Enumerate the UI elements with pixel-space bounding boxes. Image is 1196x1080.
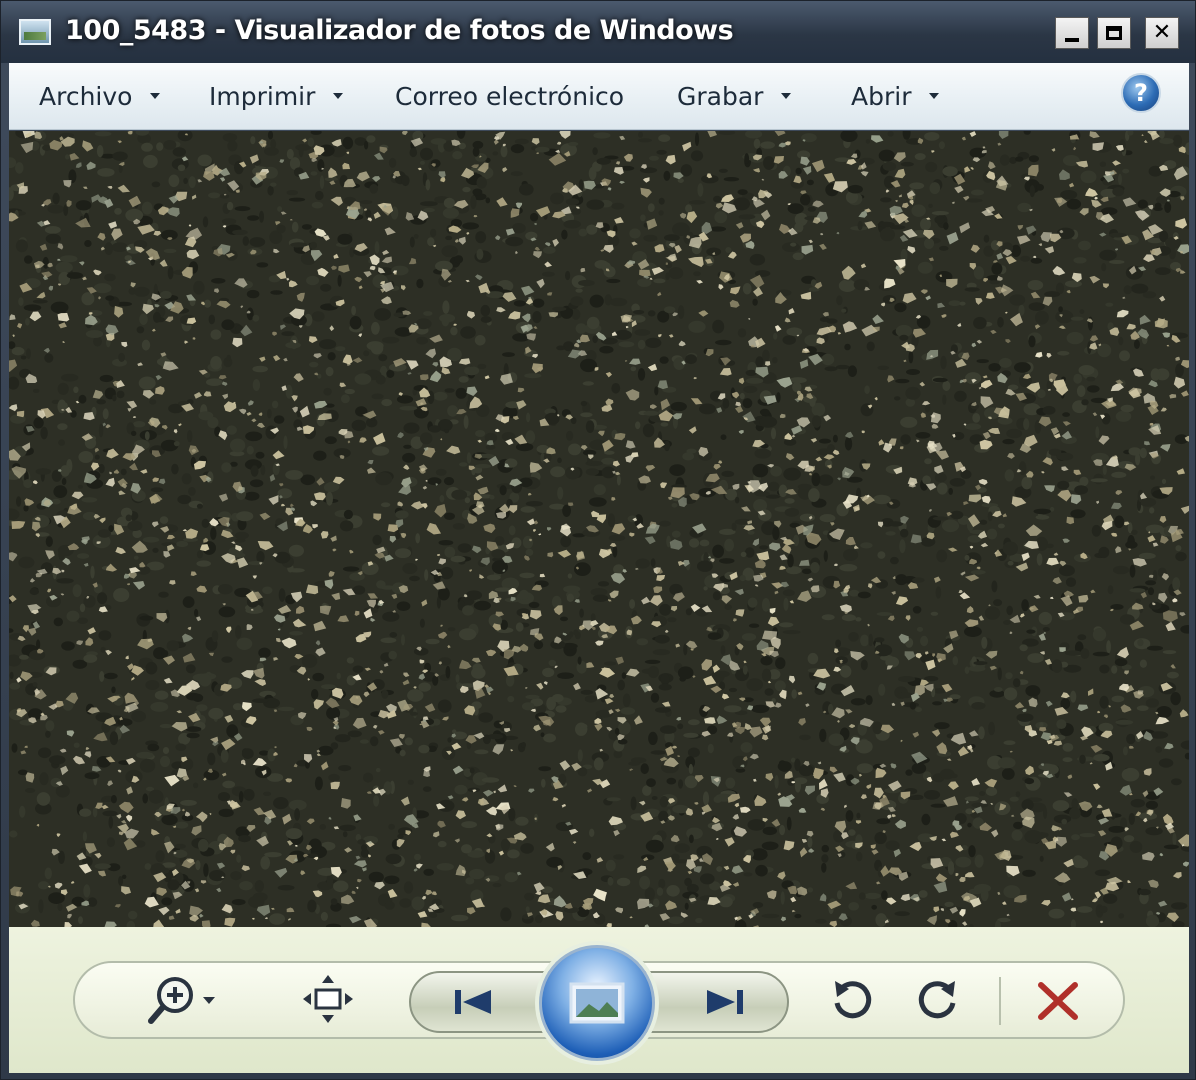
close-button[interactable]: ✕ — [1145, 17, 1179, 49]
menu-grabar[interactable]: Grabar — [677, 63, 792, 129]
title-bar[interactable]: 100_5483 - Visualizador de fotos de Wind… — [1, 1, 1195, 63]
chevron-down-icon — [333, 93, 344, 99]
menu-archivo-label: Archivo — [39, 81, 133, 111]
next-icon — [707, 990, 743, 1014]
delete-icon — [1038, 982, 1078, 1020]
chevron-down-icon — [781, 93, 792, 99]
photo-display[interactable] — [9, 131, 1189, 927]
photo-viewer-app-icon[interactable] — [19, 19, 51, 45]
window-title: 100_5483 - Visualizador de fotos de Wind… — [65, 15, 734, 46]
zoom-icon — [148, 977, 215, 1024]
photo-viewer-window: 100_5483 - Visualizador de fotos de Wind… — [0, 0, 1196, 1080]
menu-grabar-label: Grabar — [677, 81, 764, 111]
menu-abrir-label: Abrir — [851, 81, 912, 111]
maximize-button[interactable] — [1097, 17, 1131, 49]
rotate-right-icon — [918, 981, 956, 1019]
chevron-down-icon — [929, 93, 940, 99]
fit-window-button[interactable] — [295, 963, 361, 1035]
chevron-down-icon — [150, 93, 161, 99]
fit-window-icon — [303, 975, 353, 1023]
zoom-button[interactable] — [141, 963, 229, 1035]
previous-icon — [455, 990, 491, 1014]
maximize-icon — [1106, 26, 1122, 40]
help-icon[interactable]: ? — [1121, 73, 1161, 113]
gravel-photo — [9, 131, 1189, 927]
menu-imprimir[interactable]: Imprimir — [209, 63, 344, 129]
slideshow-button[interactable] — [539, 945, 655, 1061]
menu-bar: Archivo Imprimir Correo electrónico Grab… — [9, 63, 1189, 130]
menu-imprimir-label: Imprimir — [209, 81, 316, 111]
menu-archivo[interactable]: Archivo — [39, 63, 161, 129]
next-button[interactable] — [687, 971, 757, 1033]
delete-button[interactable] — [1027, 967, 1089, 1035]
menu-correo-label: Correo electrónico — [395, 81, 625, 111]
menu-abrir[interactable]: Abrir — [851, 63, 940, 129]
minimize-icon — [1065, 38, 1079, 42]
minimize-button[interactable] — [1055, 17, 1089, 49]
slideshow-icon — [569, 982, 625, 1024]
rotate-right-button[interactable] — [909, 967, 969, 1035]
menu-correo-electronico[interactable]: Correo electrónico — [395, 63, 624, 129]
rotate-left-icon — [834, 981, 872, 1019]
close-icon: ✕ — [1152, 20, 1172, 45]
previous-button[interactable] — [441, 971, 511, 1033]
toolbar-separator — [999, 977, 1001, 1025]
rotate-left-button[interactable] — [821, 967, 881, 1035]
